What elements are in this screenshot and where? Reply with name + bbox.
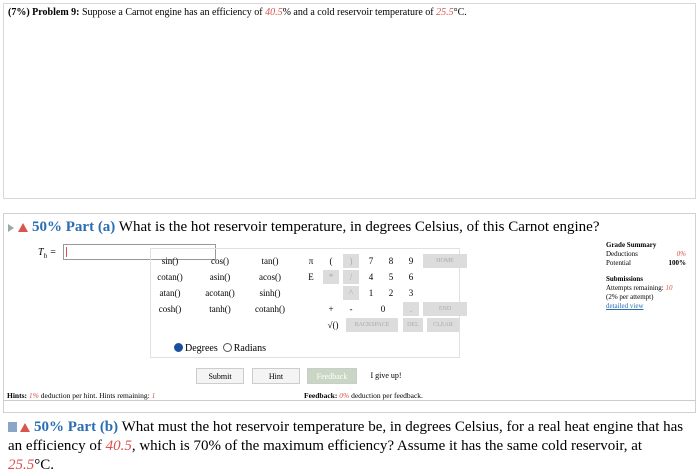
cotanh-button[interactable]: cotanh() bbox=[250, 304, 290, 314]
part-a-label: 50% Part (a) bbox=[32, 219, 116, 235]
hat-button[interactable]: ^ bbox=[343, 286, 359, 300]
text-caret bbox=[66, 247, 67, 257]
digit-5-button[interactable]: 5 bbox=[383, 270, 399, 284]
feedback-button[interactable]: Feedback bbox=[307, 368, 357, 384]
part-b-efficiency: 40.5 bbox=[105, 438, 132, 454]
part-a-question: What is the hot reservoir temperature, i… bbox=[118, 219, 600, 235]
problem-label: Problem 9: bbox=[32, 7, 80, 18]
digit-7-button[interactable]: 7 bbox=[363, 254, 379, 268]
feedback-deduction: 0% bbox=[339, 391, 350, 400]
acotan-button[interactable]: acotan() bbox=[200, 288, 240, 298]
digit-1-button[interactable]: 1 bbox=[363, 286, 379, 300]
detailed-view-link[interactable]: detailed view bbox=[606, 302, 686, 311]
digit-4-button[interactable]: 4 bbox=[363, 270, 379, 284]
radians-radio[interactable] bbox=[222, 343, 232, 352]
warning-icon bbox=[20, 423, 30, 433]
problem-statement: (7%) Problem 9: Suppose a Carnot engine … bbox=[8, 7, 467, 18]
e-button[interactable]: E bbox=[303, 270, 319, 284]
tan-button[interactable]: tan() bbox=[250, 256, 290, 266]
end-button[interactable]: END bbox=[423, 302, 467, 316]
give-up-button[interactable]: I give up! bbox=[362, 368, 410, 384]
hints-line: Hints: 1% deduction per hint. Hints rema… bbox=[7, 391, 156, 400]
expand-arrow-icon[interactable] bbox=[8, 223, 14, 232]
sin-button[interactable]: sin() bbox=[150, 256, 190, 266]
attempts-value: 10 bbox=[665, 284, 673, 292]
problem-text-2: % and a cold reservoir temperature of bbox=[282, 7, 434, 18]
del-button[interactable]: DEL bbox=[403, 318, 423, 332]
problem-efficiency: 40.5 bbox=[265, 7, 283, 18]
digit-3-button[interactable]: 3 bbox=[403, 286, 419, 300]
submissions-title: Submissions bbox=[606, 275, 643, 283]
part-a-header: 50% Part (a) What is the hot reservoir t… bbox=[8, 219, 600, 236]
digit-6-button[interactable]: 6 bbox=[403, 270, 419, 284]
deductions-label: Deductions bbox=[606, 250, 638, 258]
plus-button[interactable]: + bbox=[323, 302, 339, 316]
cotan-button[interactable]: cotan() bbox=[150, 272, 190, 282]
deductions-value: 0% bbox=[676, 250, 686, 258]
part-b-question: 50% Part (b) What must the hot reservoir… bbox=[8, 419, 684, 473]
hint-deduction: 1% bbox=[28, 391, 39, 400]
divider bbox=[3, 400, 696, 401]
radians-label: Radians bbox=[233, 343, 266, 354]
star-button[interactable]: * bbox=[323, 270, 339, 284]
cos-button[interactable]: cos() bbox=[200, 256, 240, 266]
slash-button[interactable]: / bbox=[343, 270, 359, 284]
feedback-line: Feedback: 0% deduction per feedback. bbox=[304, 391, 423, 400]
submit-button[interactable]: Submit bbox=[196, 368, 244, 384]
backspace-button[interactable]: BACKSPACE bbox=[346, 318, 398, 332]
part-b-label: 50% Part (b) bbox=[34, 419, 119, 435]
digit-0-button[interactable]: 0 bbox=[375, 302, 391, 316]
digit-9-button[interactable]: 9 bbox=[403, 254, 419, 268]
angle-unit-radios: Degrees Radians bbox=[174, 343, 266, 354]
grade-summary-title: Grade Summary bbox=[606, 241, 657, 249]
problem-cold-temp: 25.5 bbox=[436, 7, 454, 18]
digit-8-button[interactable]: 8 bbox=[383, 254, 399, 268]
tanh-button[interactable]: tanh() bbox=[200, 304, 240, 314]
atan-button[interactable]: atan() bbox=[150, 288, 190, 298]
per-attempt: (2% per attempt) bbox=[606, 293, 654, 301]
degrees-radio[interactable] bbox=[174, 343, 183, 352]
degrees-label: Degrees bbox=[185, 343, 218, 354]
grade-summary: Grade Summary Deductions 0% Potential 100%… bbox=[606, 241, 686, 311]
dot-button[interactable]: . bbox=[403, 302, 419, 316]
problem-text-1: Suppose a Carnot engine has an efficienc… bbox=[81, 7, 263, 18]
left-paren-button[interactable]: ( bbox=[323, 254, 339, 268]
potential-value: 100% bbox=[668, 259, 687, 267]
warning-icon bbox=[18, 223, 28, 233]
part-b-cold-temp: 25.5 bbox=[8, 457, 35, 473]
sinh-button[interactable]: sinh() bbox=[250, 288, 290, 298]
answer-variable-label: Th = bbox=[38, 247, 57, 260]
home-button[interactable]: HOME bbox=[423, 254, 467, 268]
document-icon[interactable] bbox=[8, 422, 17, 432]
sqrt-button[interactable]: √() bbox=[323, 318, 343, 332]
minus-button[interactable]: - bbox=[343, 302, 359, 316]
problem-text-3: °C. bbox=[453, 7, 467, 18]
hint-button[interactable]: Hint bbox=[252, 368, 300, 384]
hints-remaining: 1 bbox=[151, 391, 156, 400]
acos-button[interactable]: acos() bbox=[250, 272, 290, 282]
attempts-label: Attempts remaining: bbox=[606, 284, 664, 292]
right-paren-button[interactable]: ) bbox=[343, 254, 359, 268]
cosh-button[interactable]: cosh() bbox=[150, 304, 190, 314]
digit-2-button[interactable]: 2 bbox=[383, 286, 399, 300]
asin-button[interactable]: asin() bbox=[200, 272, 240, 282]
clear-button[interactable]: CLEAR bbox=[427, 318, 459, 332]
potential-label: Potential bbox=[606, 259, 631, 267]
pi-button[interactable]: π bbox=[303, 254, 319, 268]
problem-percent: (7%) bbox=[8, 7, 30, 18]
problem-header-box bbox=[3, 3, 696, 199]
